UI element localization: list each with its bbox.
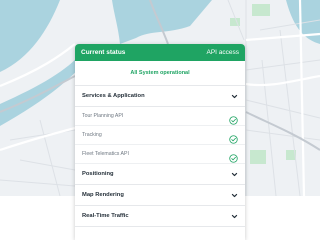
chevron-down-icon xyxy=(231,93,238,100)
panel-header: Current status API access xyxy=(75,44,245,61)
section-label: Positioning xyxy=(82,171,114,177)
service-item-tracking: Tracking xyxy=(75,126,245,145)
service-label: Fleet Telematics API xyxy=(82,151,129,157)
check-circle-icon xyxy=(229,131,238,144)
service-label: Tracking xyxy=(82,132,102,138)
map-park xyxy=(230,18,240,26)
status-message: All System operational xyxy=(130,70,190,76)
section-services-application[interactable]: Services & Application xyxy=(75,86,245,107)
status-banner: All System operational xyxy=(75,61,245,86)
panel-title: Current status xyxy=(81,49,126,56)
section-real-time-traffic[interactable]: Real-Time Traffic xyxy=(75,206,245,227)
section-positioning[interactable]: Positioning xyxy=(75,164,245,185)
check-circle-icon xyxy=(229,112,238,125)
status-panel: Current status API access All System ope… xyxy=(75,44,245,240)
service-item-tour-planning-api: Tour Planning API xyxy=(75,107,245,126)
service-label: Tour Planning API xyxy=(82,113,124,119)
service-item-fleet-telematics-api: Fleet Telematics API xyxy=(75,145,245,164)
section-label: Services & Application xyxy=(82,93,145,99)
chevron-down-icon xyxy=(231,171,238,178)
map-park xyxy=(250,150,266,164)
chevron-down-icon xyxy=(231,192,238,199)
section-map-rendering[interactable]: Map Rendering xyxy=(75,185,245,206)
map-park xyxy=(252,4,270,16)
api-access-link[interactable]: API access xyxy=(206,49,239,56)
check-circle-icon xyxy=(229,150,238,163)
section-label: Real-Time Traffic xyxy=(82,213,129,219)
section-label: Map Rendering xyxy=(82,192,124,198)
chevron-down-icon xyxy=(231,213,238,220)
